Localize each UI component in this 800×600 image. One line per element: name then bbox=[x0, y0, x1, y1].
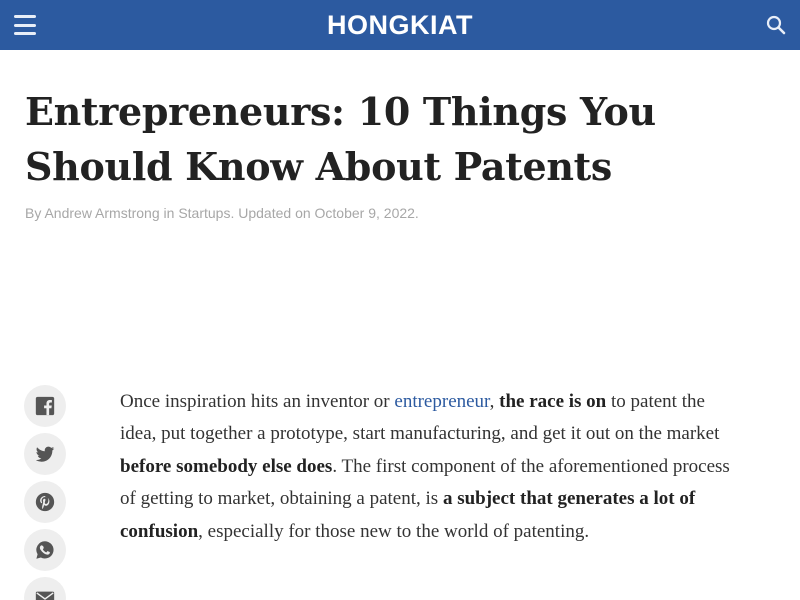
share-bar bbox=[24, 385, 68, 600]
article-byline: By Andrew Armstrong in Startups. Updated… bbox=[25, 205, 419, 221]
site-header: HONGKIAT bbox=[0, 0, 800, 50]
title-line-2: Should Know About Patents bbox=[25, 144, 613, 189]
search-icon[interactable] bbox=[766, 15, 786, 35]
entrepreneur-link[interactable]: entrepreneur bbox=[394, 391, 489, 412]
facebook-icon[interactable] bbox=[24, 385, 66, 427]
updated-date: . Updated on October 9, 2022. bbox=[230, 205, 419, 221]
byline-prefix: By bbox=[25, 205, 42, 221]
bold-phrase: before somebody else does bbox=[120, 455, 333, 477]
twitter-icon[interactable] bbox=[24, 433, 66, 475]
byline-in: in bbox=[163, 205, 175, 221]
bold-phrase: the race is on bbox=[499, 391, 607, 412]
whatsapp-icon[interactable] bbox=[24, 529, 66, 571]
article-title: Entrepreneurs: 10 Things You Should Know… bbox=[25, 84, 725, 194]
title-line-1: Entrepreneurs: 10 Things You bbox=[25, 89, 656, 134]
paragraph-text: , especially for those new to the world … bbox=[198, 520, 590, 542]
email-icon[interactable] bbox=[24, 577, 66, 600]
pinterest-icon[interactable] bbox=[24, 481, 66, 523]
article-intro-paragraph: Once inspiration hits an inventor or ent… bbox=[120, 386, 740, 548]
paragraph-text: , bbox=[489, 391, 500, 412]
author-link[interactable]: Andrew Armstrong bbox=[44, 205, 159, 221]
site-logo[interactable]: HONGKIAT bbox=[0, 9, 800, 41]
paragraph-text: Once inspiration hits an inventor or bbox=[120, 391, 395, 412]
category-link[interactable]: Startups bbox=[178, 205, 230, 221]
